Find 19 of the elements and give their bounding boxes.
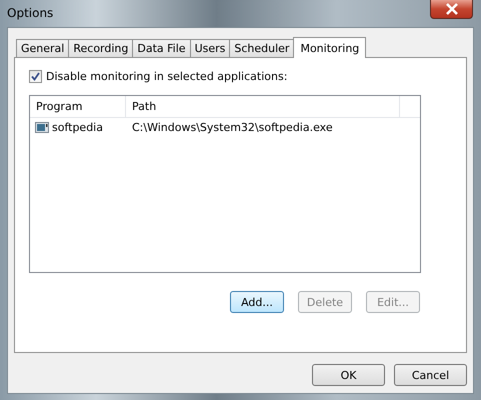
tab[interactable]: Users (190, 39, 230, 57)
dialog-button[interactable]: Cancel (394, 364, 467, 386)
program-icon (35, 122, 49, 133)
table-cell: softpedia (52, 121, 103, 134)
checkbox-label: Disable monitoring in selected applications: (46, 70, 288, 83)
dialog-button[interactable]: OK (312, 364, 385, 386)
close-icon (444, 3, 458, 15)
window-title: Options (7, 6, 54, 20)
tab[interactable]: Data File (132, 39, 191, 57)
table-cell-text: C:\Windows\System32\softpedia.exe (131, 121, 334, 134)
checkbox[interactable] (29, 70, 42, 83)
tab[interactable]: Recording (68, 39, 134, 57)
tab[interactable]: Monitoring (293, 37, 366, 58)
column-header[interactable]: Path (126, 96, 400, 117)
tab[interactable]: Scheduler (229, 39, 294, 57)
close-button[interactable] (430, 0, 473, 19)
list-button[interactable]: Add... (230, 291, 284, 313)
tab[interactable]: General (16, 39, 70, 57)
column-header[interactable]: Program (30, 96, 126, 117)
